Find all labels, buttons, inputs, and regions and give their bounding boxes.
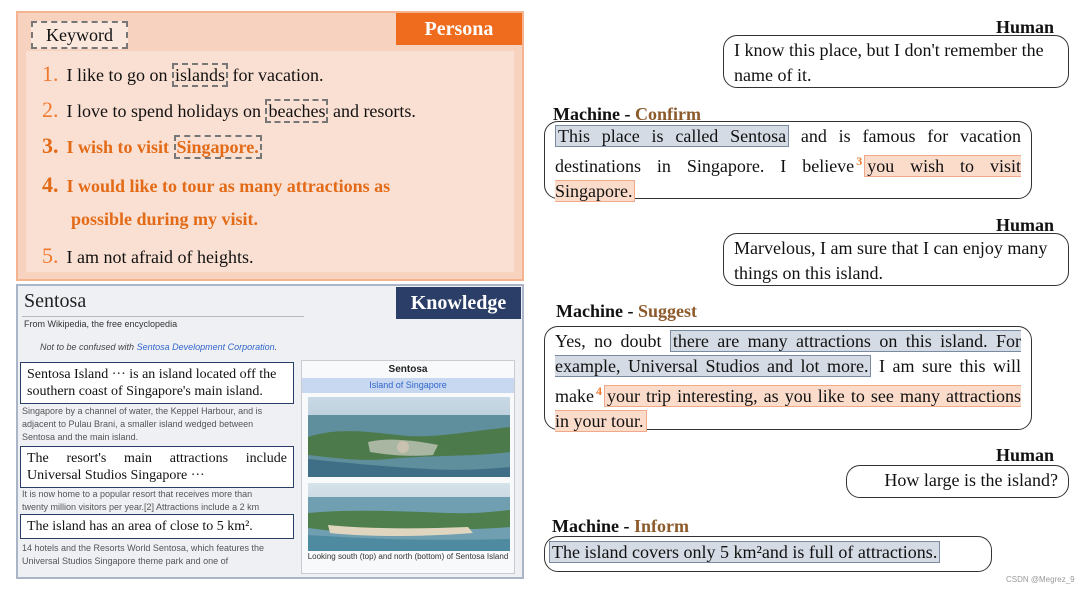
persona-item-number: 3. bbox=[42, 133, 59, 158]
wiki-title: Sentosa bbox=[24, 290, 87, 312]
knowledge-snippet-1: Sentosa Island ··· is an island located … bbox=[20, 362, 294, 404]
knowledge-snippet-2: The resort's main attractions include Un… bbox=[20, 446, 294, 488]
divider bbox=[22, 316, 304, 317]
knowledge-snippet-3: The island has an area of close to 5 km²… bbox=[20, 514, 294, 539]
persona-item-number: 1. bbox=[42, 61, 59, 86]
keyword-beaches: beaches bbox=[265, 99, 329, 123]
keyword-legend: Keyword bbox=[31, 21, 128, 49]
knowledge-grounded-span: The island covers only 5 km²and is full … bbox=[549, 541, 941, 563]
infobox-title: Sentosa bbox=[388, 364, 428, 375]
persona-item-number: 5. bbox=[42, 243, 59, 268]
infobox-caption: Looking south (top) and north (bottom) o… bbox=[307, 552, 509, 561]
dialogue-act-inform: Inform bbox=[633, 516, 689, 536]
wiki-text-line: Singapore by a channel of water, the Kep… bbox=[22, 406, 263, 416]
persona-item-2: 2. I love to spend holidays on beaches an… bbox=[42, 97, 416, 123]
wiki-text-line: Universal Studios Singapore theme park a… bbox=[22, 556, 229, 566]
machine-utterance-inform: The island covers only 5 km²and is full … bbox=[544, 536, 992, 572]
wiki-hatnote: Not to be confused with Sentosa Developm… bbox=[40, 342, 278, 352]
wiki-text-line: adjacent to Pulau Brani, a smaller islan… bbox=[22, 419, 254, 429]
infobox-subtitle: Island of Singapore bbox=[302, 378, 514, 393]
knowledge-tag: Knowledge bbox=[396, 287, 521, 319]
dialogue-act-suggest: Suggest bbox=[637, 301, 697, 321]
machine-utterance-suggest: Yes, no doubt there are many attractions… bbox=[544, 326, 1032, 432]
persona-item-number: 2. bbox=[42, 97, 59, 122]
machine-label-suggest: Machine - Suggest bbox=[556, 301, 697, 321]
persona-item-4: 4. I would like to tour as many attractio… bbox=[42, 172, 391, 197]
persona-ref-4: 4 bbox=[595, 384, 602, 398]
aerial-photo-top bbox=[308, 397, 510, 477]
knowledge-grounded-span: This place is called Sentosa bbox=[555, 125, 790, 147]
wiki-text-line: Sentosa and the main island. bbox=[22, 432, 139, 442]
keyword-islands: islands bbox=[172, 63, 229, 87]
persona-tag: Persona bbox=[396, 13, 522, 45]
human-utterance-2: Marvelous, I am sure that I can enjoy ma… bbox=[723, 233, 1069, 286]
wiki-source: From Wikipedia, the free encyclopedia bbox=[24, 319, 178, 329]
persona-grounded-span: your trip interesting, as you like to se… bbox=[555, 385, 1021, 432]
human-label-3: Human bbox=[996, 445, 1055, 465]
hatnote-link[interactable]: Sentosa Development Corporation bbox=[137, 342, 275, 352]
watermark: CSDN @Megrez_9 bbox=[1006, 575, 1075, 584]
wiki-text-line: It is now home to a popular resort that … bbox=[22, 489, 253, 499]
wiki-text-line: twenty million visitors per year.[2] Att… bbox=[22, 502, 260, 512]
aerial-photo-bottom bbox=[308, 483, 510, 551]
machine-label-inform: Machine - Inform bbox=[552, 516, 689, 536]
persona-item-number: 4. bbox=[42, 172, 59, 197]
persona-item-3: 3. I wish to visit Singapore. bbox=[42, 133, 262, 160]
wiki-text-line: 14 hotels and the Resorts World Sentosa,… bbox=[22, 543, 264, 553]
machine-utterance-confirm: This place is called Sentosa and is famo… bbox=[544, 121, 1032, 202]
persona-item-1: 1. I like to go on islands for vacation. bbox=[42, 61, 324, 87]
human-utterance-3: How large is the island? bbox=[846, 465, 1069, 498]
keyword-singapore: Singapore. bbox=[173, 135, 262, 159]
persona-ref-3: 3 bbox=[856, 154, 863, 168]
human-utterance-1: I know this place, but I don't remember … bbox=[723, 35, 1069, 88]
persona-item-5: 5. I am not afraid of heights. bbox=[42, 243, 254, 268]
persona-item-4-cont: possible during my visit. bbox=[71, 209, 259, 229]
